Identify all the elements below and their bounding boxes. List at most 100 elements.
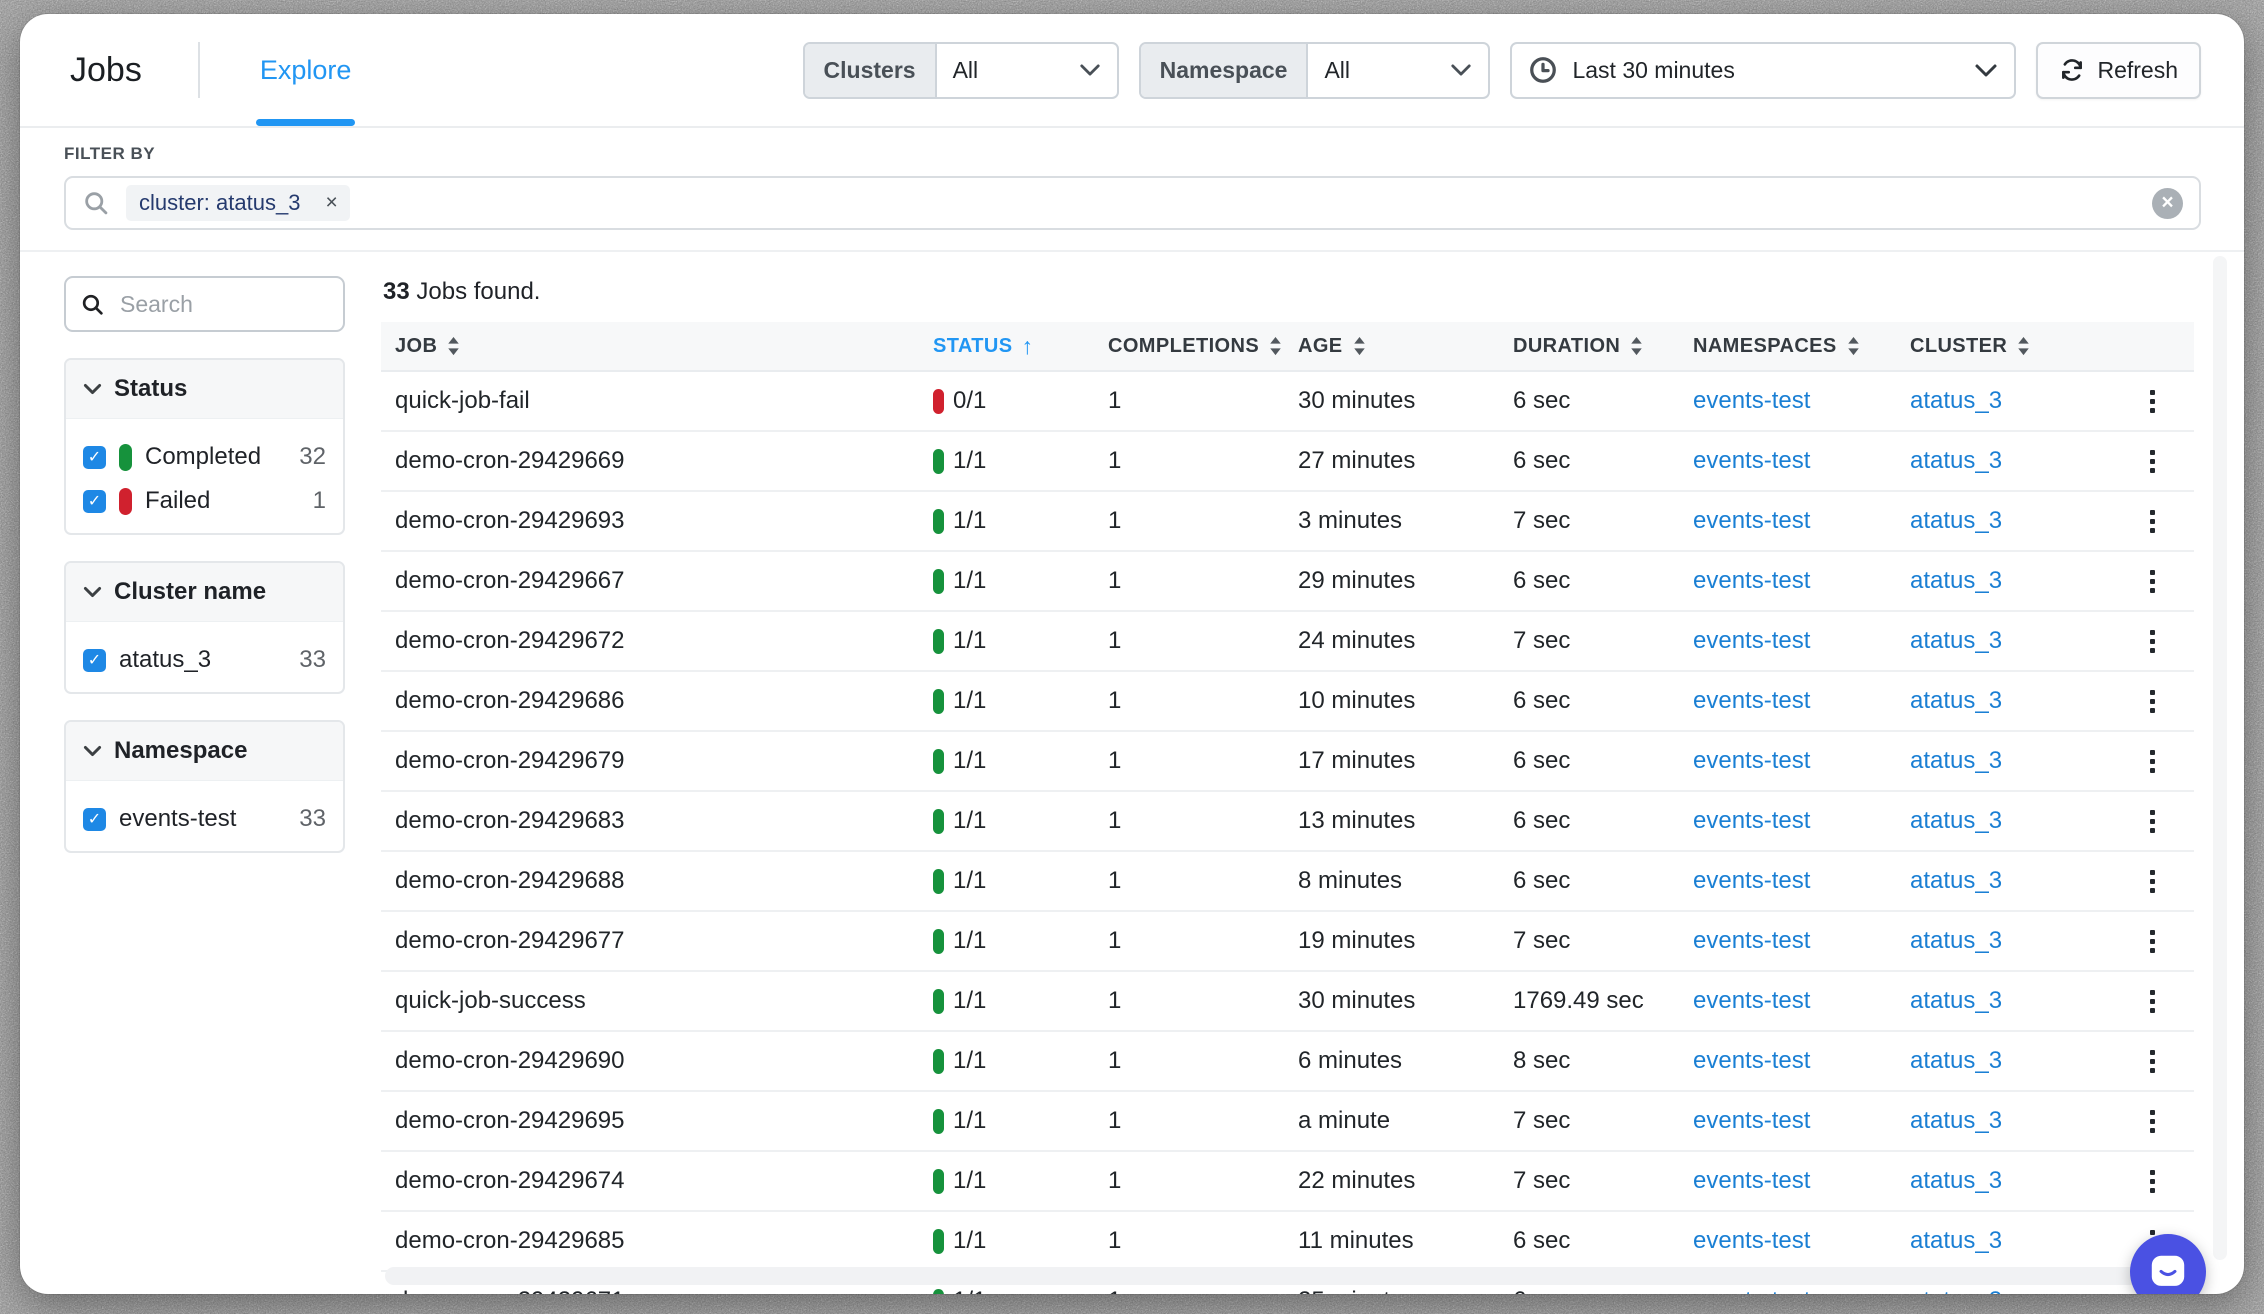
table-row[interactable]: demo-cron-294296861/1110 minutes6 seceve… — [381, 672, 2194, 732]
clusters-select[interactable]: All — [937, 44, 1117, 97]
checkbox[interactable]: ✓ — [83, 808, 106, 831]
cluster-link[interactable]: atatus_3 — [1910, 387, 2002, 414]
cluster-link[interactable]: atatus_3 — [1910, 987, 2002, 1014]
namespace-link[interactable]: events-test — [1693, 867, 1810, 894]
table-row[interactable]: demo-cron-294296931/113 minutes7 seceven… — [381, 492, 2194, 552]
column-header-job[interactable]: JOB — [381, 335, 933, 358]
column-header-status[interactable]: STATUS↑ — [933, 333, 1108, 360]
table-row[interactable]: quick-job-fail0/1130 minutes6 secevents-… — [381, 372, 2194, 432]
cluster-link[interactable]: atatus_3 — [1910, 1227, 2002, 1254]
table-row[interactable]: demo-cron-294296831/1113 minutes6 seceve… — [381, 792, 2194, 852]
filter-search-bar[interactable]: cluster: atatus_3 × × — [64, 176, 2201, 230]
sidebar-search-input[interactable] — [118, 290, 329, 319]
sort-icon — [1629, 336, 1644, 357]
row-menu-button[interactable] — [2110, 1104, 2194, 1139]
status-value: 1/1 — [953, 1107, 986, 1135]
checkbox[interactable]: ✓ — [83, 649, 106, 672]
cluster-link[interactable]: atatus_3 — [1910, 807, 2002, 834]
namespace-link[interactable]: events-test — [1693, 1227, 1810, 1254]
column-header-completions[interactable]: COMPLETIONS — [1108, 335, 1298, 358]
column-header-duration[interactable]: DURATION — [1513, 335, 1693, 358]
namespace-link[interactable]: events-test — [1693, 1047, 1810, 1074]
column-header-age[interactable]: AGE — [1298, 335, 1513, 358]
table-row[interactable]: demo-cron-294296851/1111 minutes6 seceve… — [381, 1212, 2194, 1272]
horizontal-scrollbar[interactable] — [385, 1267, 2192, 1285]
row-menu-button[interactable] — [2110, 444, 2194, 479]
namespace-link[interactable]: events-test — [1693, 807, 1810, 834]
filter-chip-cluster[interactable]: cluster: atatus_3 × — [126, 185, 350, 221]
namespace-link[interactable]: events-test — [1693, 387, 1810, 414]
namespace-link[interactable]: events-test — [1693, 1287, 1810, 1294]
cluster-link[interactable]: atatus_3 — [1910, 567, 2002, 594]
table-row[interactable]: demo-cron-294296901/116 minutes8 seceven… — [381, 1032, 2194, 1092]
cluster-link[interactable]: atatus_3 — [1910, 1167, 2002, 1194]
table-row[interactable]: demo-cron-294296791/1117 minutes6 seceve… — [381, 732, 2194, 792]
cluster-link[interactable]: atatus_3 — [1910, 927, 2002, 954]
cluster-link[interactable]: atatus_3 — [1910, 507, 2002, 534]
row-menu-button[interactable] — [2110, 804, 2194, 839]
age-cell: 6 minutes — [1298, 1047, 1513, 1075]
row-menu-button[interactable] — [2110, 924, 2194, 959]
namespace-link[interactable]: events-test — [1693, 1167, 1810, 1194]
cluster-link[interactable]: atatus_3 — [1910, 867, 2002, 894]
cluster-link[interactable]: atatus_3 — [1910, 1287, 2002, 1294]
table-row[interactable]: demo-cron-294296691/1127 minutes6 seceve… — [381, 432, 2194, 492]
row-actions-cell — [2110, 804, 2194, 839]
row-menu-button[interactable] — [2110, 744, 2194, 779]
namespace-link[interactable]: events-test — [1693, 687, 1810, 714]
filter-clear-button[interactable]: × — [2152, 188, 2183, 219]
checkbox[interactable]: ✓ — [83, 490, 106, 513]
table-row[interactable]: quick-job-success1/1130 minutes1769.49 s… — [381, 972, 2194, 1032]
table-row[interactable]: demo-cron-294296721/1124 minutes7 seceve… — [381, 612, 2194, 672]
time-range-select[interactable]: Last 30 minutes — [1510, 42, 2016, 99]
facet-item-count: 1 — [313, 487, 326, 515]
completions-cell: 1 — [1108, 627, 1298, 655]
row-menu-button[interactable] — [2110, 864, 2194, 899]
sidebar-search-box[interactable] — [64, 276, 345, 332]
checkbox[interactable]: ✓ — [83, 446, 106, 469]
cluster-link[interactable]: atatus_3 — [1910, 447, 2002, 474]
app-window: Jobs Explore Clusters All Namespace All — [20, 14, 2244, 1294]
cluster-link[interactable]: atatus_3 — [1910, 627, 2002, 654]
facet-section-header[interactable]: Cluster name — [66, 563, 343, 622]
cluster-link[interactable]: atatus_3 — [1910, 1107, 2002, 1134]
row-menu-button[interactable] — [2110, 384, 2194, 419]
facet-section-header[interactable]: Status — [66, 360, 343, 419]
age-cell: 25 minutes — [1298, 1287, 1513, 1294]
status-cell: 1/1 — [933, 687, 1108, 715]
table-row[interactable]: demo-cron-294296671/1129 minutes6 seceve… — [381, 552, 2194, 612]
filter-chip-remove-icon[interactable]: × — [313, 185, 349, 221]
namespace-link[interactable]: events-test — [1693, 1107, 1810, 1134]
vertical-scrollbar[interactable] — [2213, 256, 2227, 1260]
row-menu-button[interactable] — [2110, 564, 2194, 599]
cluster-link[interactable]: atatus_3 — [1910, 1047, 2002, 1074]
refresh-button[interactable]: Refresh — [2036, 42, 2201, 99]
table-row[interactable]: demo-cron-294296881/118 minutes6 seceven… — [381, 852, 2194, 912]
column-header-namespaces[interactable]: NAMESPACES — [1693, 335, 1910, 358]
row-menu-button[interactable] — [2110, 1044, 2194, 1079]
column-header-cluster[interactable]: CLUSTER — [1910, 335, 2110, 358]
row-menu-button[interactable] — [2110, 624, 2194, 659]
table-row[interactable]: demo-cron-294296741/1122 minutes7 seceve… — [381, 1152, 2194, 1212]
row-menu-button[interactable] — [2110, 684, 2194, 719]
namespace-link[interactable]: events-test — [1693, 507, 1810, 534]
row-actions-cell — [2110, 564, 2194, 599]
namespace-link[interactable]: events-test — [1693, 987, 1810, 1014]
cluster-link[interactable]: atatus_3 — [1910, 687, 2002, 714]
namespace-select[interactable]: All — [1308, 44, 1488, 97]
row-menu-button[interactable] — [2110, 984, 2194, 1019]
namespace-link[interactable]: events-test — [1693, 567, 1810, 594]
namespace-link[interactable]: events-test — [1693, 747, 1810, 774]
table-row[interactable]: demo-cron-294296951/11a minute7 secevent… — [381, 1092, 2194, 1152]
table-row[interactable]: demo-cron-294296771/1119 minutes7 seceve… — [381, 912, 2194, 972]
facet-section-header[interactable]: Namespace — [66, 722, 343, 781]
cluster-link[interactable]: atatus_3 — [1910, 747, 2002, 774]
cluster-cell: atatus_3 — [1910, 927, 2110, 955]
completions-cell: 1 — [1108, 867, 1298, 895]
row-menu-button[interactable] — [2110, 504, 2194, 539]
namespace-link[interactable]: events-test — [1693, 927, 1810, 954]
namespace-link[interactable]: events-test — [1693, 447, 1810, 474]
tab-explore[interactable]: Explore — [256, 14, 356, 126]
row-menu-button[interactable] — [2110, 1164, 2194, 1199]
namespace-link[interactable]: events-test — [1693, 627, 1810, 654]
